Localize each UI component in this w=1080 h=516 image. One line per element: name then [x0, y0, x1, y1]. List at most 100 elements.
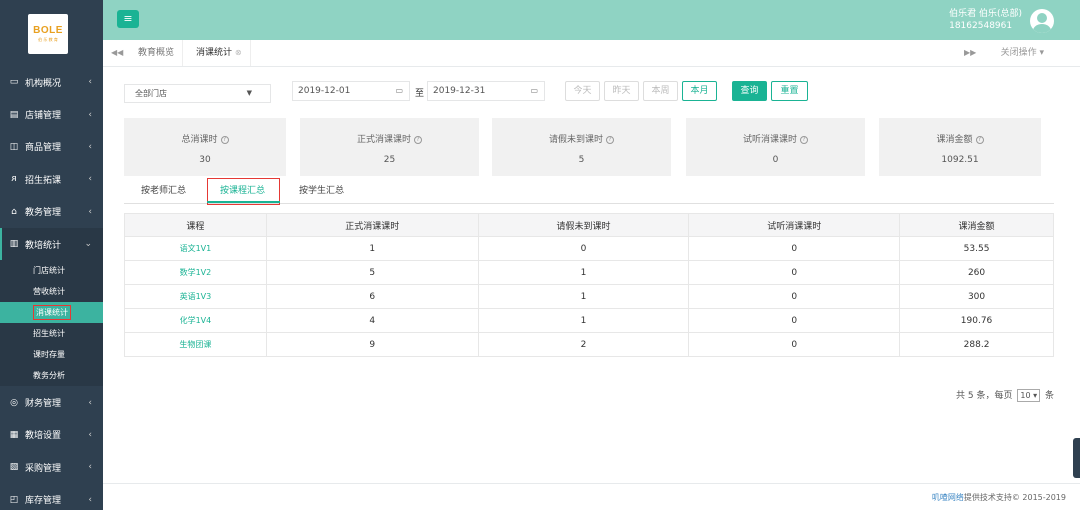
sidebar-item-label: 招生拓课 — [25, 175, 62, 186]
pager-prefix: 共 5 条，每页 — [956, 391, 1013, 401]
sidebar-item-label: 商品管理 — [25, 143, 62, 154]
logo-main: BOLE — [33, 25, 63, 36]
sidebar-item-settings[interactable]: ▦ 教培设置 ‹ — [0, 419, 103, 451]
sidebar-subitem-consume-stats[interactable]: 消课统计 — [0, 302, 103, 324]
sidebar-item-label: 教培设置 — [25, 431, 62, 442]
chevron-left-icon: ‹ — [88, 397, 92, 408]
card-value: 30 — [199, 155, 211, 165]
sidebar-item-org-overview[interactable]: ▭ 机构概况 ‹ — [0, 66, 103, 98]
sidebar: BOLE 伯 乐 教 育 ▭ 机构概况 ‹ ▤ 店铺管理 ‹ ◫ 商品管理 ‹ … — [0, 0, 103, 510]
close-operations-dropdown[interactable]: 关闭操作 ▾ — [1001, 40, 1044, 66]
page-size-select[interactable]: 10 ▾ — [1017, 389, 1041, 402]
caret-down-icon: ▾ — [1039, 48, 1044, 58]
course-link[interactable]: 化学1V4 — [124, 308, 267, 333]
column-header-trial-hours[interactable]: 试听消课课时 — [688, 213, 901, 237]
sidebar-subitem-revenue-stats[interactable]: 营收统计 — [0, 281, 103, 302]
course-link[interactable]: 数学1V2 — [124, 260, 267, 285]
table-header-row: 课程 正式消课课时 请假未到课时 试听消课课时 课消金额 — [124, 213, 1054, 237]
today-button[interactable]: 今天 — [565, 81, 600, 101]
table-row: 英语1V3 6 1 0 300 — [124, 284, 1054, 309]
sidebar-item-store[interactable]: ▤ 店铺管理 ‹ — [0, 98, 103, 130]
sidebar-item-enroll[interactable]: ᴙ 招生拓课 ‹ — [0, 163, 103, 195]
sidebar-item-label: 财务管理 — [25, 399, 62, 410]
sidebar-item-purchase[interactable]: ▧ 采购管理 ‹ — [0, 451, 103, 483]
tab-by-student[interactable]: 按学生汇总 — [299, 183, 344, 196]
table-cell: 260 — [899, 260, 1054, 285]
footer-copyright: 提供技术支持© 2015-2019 — [963, 493, 1066, 502]
query-button[interactable]: 查询 — [732, 81, 767, 101]
sidebar-subitem-store-stats[interactable]: 门店统计 — [0, 260, 103, 281]
table-cell: 0 — [688, 236, 901, 261]
table-cell: 288.2 — [899, 332, 1054, 357]
store-select[interactable]: 全部门店 ▼ — [124, 84, 271, 103]
box-icon: ◰ — [9, 494, 19, 505]
sidebar-item-label: 库存管理 — [25, 496, 62, 507]
table-cell: 5 — [265, 260, 479, 285]
table-row: 数学1V2 5 1 0 260 — [124, 260, 1054, 285]
summary-card-total-hours: 总消课时? 30 — [124, 118, 286, 176]
sidebar-subitem-hours-stock[interactable]: 课时存量 — [0, 344, 103, 365]
calendar-icon: ▭ — [530, 86, 538, 95]
cart-icon: ▧ — [9, 462, 19, 473]
sidebar-subitem-academic-analysis[interactable]: 教务分析 — [0, 365, 103, 386]
yesterday-button[interactable]: 昨天 — [604, 81, 639, 101]
sidebar-item-finance[interactable]: ◎ 财务管理 ‹ — [0, 386, 103, 418]
sidebar-item-label: 店铺管理 — [25, 111, 62, 122]
chevron-left-icon: ‹ — [88, 429, 92, 440]
help-icon[interactable]: ? — [220, 135, 229, 144]
column-header-leave-hours[interactable]: 请假未到课时 — [477, 213, 690, 237]
chevron-down-icon: ⌄ — [84, 239, 92, 250]
sidebar-item-goods[interactable]: ◫ 商品管理 ‹ — [0, 131, 103, 163]
table-cell: 300 — [899, 284, 1054, 309]
help-icon[interactable]: ? — [800, 135, 808, 144]
card-title: 正式消课课时 — [356, 135, 411, 145]
table-cell: 1 — [477, 308, 690, 333]
tab-scroll-left-icon[interactable]: ◀◀ — [111, 40, 123, 66]
card-title: 课消金额 — [936, 135, 973, 145]
sidebar-subitem-enroll-stats[interactable]: 招生统计 — [0, 323, 103, 344]
table-cell: 0 — [688, 332, 901, 357]
tab-by-teacher[interactable]: 按老师汇总 — [141, 183, 186, 196]
logo[interactable]: BOLE 伯 乐 教 育 — [28, 14, 68, 54]
monitor-icon: ▭ — [9, 77, 19, 88]
table-cell: 190.76 — [899, 308, 1054, 333]
tab-scroll-right-icon[interactable]: ▶▶ — [964, 40, 976, 66]
table-cell: 6 — [265, 284, 479, 309]
menu-toggle-button[interactable]: ≡ — [117, 10, 139, 28]
card-value: 5 — [578, 155, 585, 165]
table-cell: 53.55 — [899, 236, 1054, 261]
tab-close-icon[interactable]: ⊗ — [235, 48, 242, 57]
tab-education-overview[interactable]: 教育概览 — [130, 40, 184, 66]
help-icon[interactable]: ? — [606, 135, 614, 144]
sidebar-item-inventory[interactable]: ◰ 库存管理 ‹ — [0, 484, 103, 516]
course-link[interactable]: 生物团课 — [124, 332, 267, 357]
date-from-input[interactable]: 2019-12-01 ▭ — [292, 81, 410, 101]
course-link[interactable]: 语文1V1 — [124, 236, 267, 261]
column-header-formal-hours[interactable]: 正式消课课时 — [265, 213, 479, 237]
column-header-course[interactable]: 课程 — [124, 213, 267, 237]
pagination: 共 5 条，每页 10 ▾ 条 — [956, 388, 1054, 402]
help-icon[interactable]: ? — [975, 135, 984, 144]
course-link[interactable]: 英语1V3 — [124, 284, 267, 309]
avatar[interactable] — [1030, 9, 1054, 33]
footer: 叽喳网络提供技术支持© 2015-2019 — [103, 483, 1080, 510]
tab-consume-stats[interactable]: 消课统计 ⊗ — [188, 40, 251, 66]
filter-bar: 全部门店 ▼ 2019-12-01 ▭ 至 2019-12-31 ▭ 今天 昨天… — [124, 81, 1054, 105]
sidebar-item-academic[interactable]: ⌂ 教务管理 ‹ — [0, 196, 103, 228]
side-scroll-handle[interactable] — [1073, 438, 1080, 478]
chevron-left-icon: ‹ — [88, 141, 92, 152]
page-tab-bar: ◀◀ 教育概览 消课统计 ⊗ ▶▶ 关闭操作 ▾ — [103, 40, 1080, 67]
help-icon[interactable]: ? — [414, 135, 422, 144]
table-cell: 1 — [477, 260, 690, 285]
this-month-button[interactable]: 本月 — [682, 81, 717, 101]
reset-button[interactable]: 重置 — [771, 81, 808, 101]
column-header-amount[interactable]: 课消金额 — [899, 213, 1054, 237]
sidebar-item-stats[interactable]: ▥ 教培统计 ⌄ — [0, 227, 103, 261]
tab-by-course[interactable]: 按课程汇总 — [207, 178, 280, 205]
this-week-button[interactable]: 本周 — [643, 81, 678, 101]
course-summary-table: 课程 正式消课课时 请假未到课时 试听消课课时 课消金额 语文1V1 1 0 0… — [124, 213, 1054, 357]
footer-company-link[interactable]: 叽喳网络 — [932, 493, 964, 502]
user-info[interactable]: 伯乐君 伯乐(总部) 18162548961 — [949, 8, 1022, 32]
chevron-left-icon: ‹ — [88, 206, 92, 217]
date-to-input[interactable]: 2019-12-31 ▭ — [427, 81, 545, 101]
